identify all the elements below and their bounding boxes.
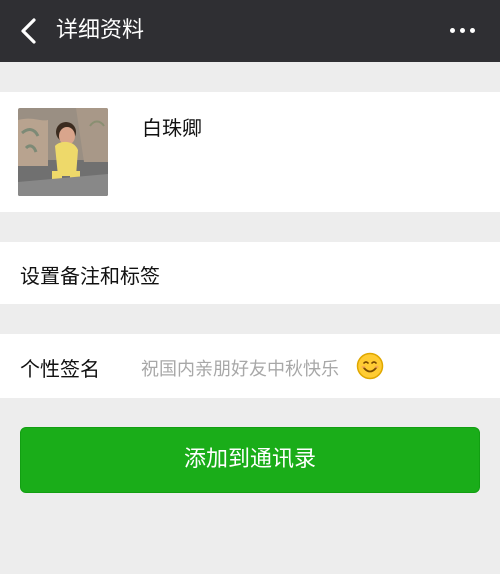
avatar[interactable] <box>18 108 108 196</box>
set-remark-and-tags-row[interactable]: 设置备注和标签 <box>0 242 500 304</box>
remark-label: 设置备注和标签 <box>20 264 160 288</box>
top-navigation-bar: 详细资料 <box>0 0 500 62</box>
signature-row: 个性签名 祝国内亲朋好友中秋快乐 <box>0 334 500 398</box>
more-options-button[interactable] <box>450 26 480 36</box>
smile-emoji-icon <box>356 352 384 380</box>
add-to-contacts-button[interactable]: 添加到通讯录 <box>20 427 480 493</box>
signature-text: 祝国内亲朋好友中秋快乐 <box>141 359 339 380</box>
back-button[interactable] <box>14 16 42 46</box>
signature-label: 个性签名 <box>20 357 100 381</box>
more-horizontal-icon <box>450 28 455 33</box>
nickname: 白珠卿 <box>142 116 202 140</box>
profile-card: 白珠卿 <box>0 92 500 212</box>
more-horizontal-icon <box>460 28 465 33</box>
avatar-photo <box>18 108 108 196</box>
page-title: 详细资料 <box>56 18 145 43</box>
chevron-left-icon <box>21 18 36 44</box>
more-horizontal-icon <box>470 28 475 33</box>
